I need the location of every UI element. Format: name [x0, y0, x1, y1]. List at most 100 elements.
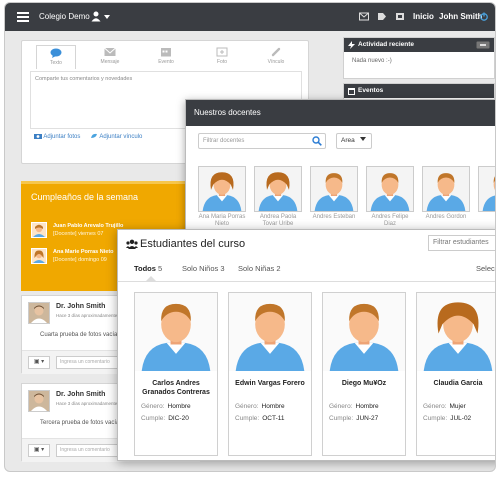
birthday-label: Cumple:	[423, 415, 448, 422]
student-avatar	[135, 293, 217, 371]
bolt-icon	[348, 41, 355, 49]
post-text: Cuarta prueba de fotos vacías	[40, 332, 121, 338]
top-navbar: Colegio Demo Inicio John Smith	[5, 3, 495, 31]
teacher-card[interactable]	[478, 166, 495, 214]
students-tabs: Todos 5 Solo Niños 3 Solo Niñas 2 Selec	[118, 258, 495, 282]
tab-girls-count: 2	[276, 264, 281, 273]
calendar-icon	[348, 88, 355, 95]
tab-link-label: Vínculo	[267, 59, 285, 65]
tags-icon[interactable]	[377, 12, 387, 21]
leaf-link-icon	[91, 133, 97, 138]
teacher-avatar	[422, 166, 470, 212]
teacher-avatar	[310, 166, 358, 212]
birthday-name[interactable]: Juan Pablo Arevalo Trujillo	[53, 223, 123, 229]
comment-type-select[interactable]: ▣ ▾	[28, 444, 50, 457]
camera-icon	[34, 134, 42, 139]
tab-message[interactable]: Mensaje	[90, 45, 130, 69]
home-link[interactable]: Inicio	[413, 3, 434, 31]
student-card[interactable]: Diego Mu¥Oz Género: Hombre Cumple: JUN-27	[322, 292, 406, 456]
student-card[interactable]: Edwin Vargas Forero Género: Hombre Cumple: O…	[228, 292, 312, 456]
student-birthday: Cumple: OCT-11	[235, 415, 285, 422]
select-action[interactable]: Selec	[476, 264, 495, 273]
menu-icon[interactable]	[17, 12, 29, 24]
tab-boys-label: Solo Niños	[182, 264, 219, 273]
app-title[interactable]: Colegio Demo	[39, 3, 90, 31]
tab-boys[interactable]: Solo Niños 3	[182, 264, 225, 273]
student-gender: Género: Hombre	[329, 403, 379, 410]
tab-text[interactable]: Texto	[36, 45, 76, 69]
post-author[interactable]: Dr. John Smith	[56, 391, 105, 398]
avatar	[28, 302, 50, 324]
birthday-label: Cumple:	[141, 415, 166, 422]
power-icon[interactable]	[479, 12, 489, 21]
gender-value: Hombre	[355, 403, 379, 410]
settings-icon[interactable]	[395, 12, 405, 21]
student-gender: Género: Hombre	[235, 403, 285, 410]
area-dropdown[interactable]: Area	[336, 133, 372, 149]
teacher-name: Andres Felipe Diaz	[371, 214, 409, 227]
birthday-label: Cumple:	[329, 415, 354, 422]
teacher-avatar	[254, 166, 302, 212]
post-text: Tercera prueba de fotos vacías	[40, 420, 123, 426]
student-gender: Género: Hombre	[141, 403, 191, 410]
teachers-title: Nuestros docentes	[186, 100, 495, 126]
teacher-card[interactable]: Andres Gordon	[422, 166, 470, 221]
tab-all-count: 5	[158, 264, 163, 273]
student-name[interactable]: Claudia Garcia	[419, 379, 495, 388]
student-birthday: Cumple: JUN-27	[329, 415, 378, 422]
tab-photo[interactable]: Foto	[202, 45, 242, 69]
post-time: Hace 3 días aproximadamente	[56, 401, 118, 406]
birthday-value: DIC-20	[168, 415, 189, 422]
post-author[interactable]: Dr. John Smith	[56, 303, 105, 310]
attach-photos-link[interactable]: Adjuntar fotos	[34, 133, 80, 140]
messages-icon[interactable]	[359, 12, 369, 21]
teacher-card[interactable]: Andres Felipe Diaz	[366, 166, 414, 228]
teacher-name: Andres Gordon	[425, 214, 467, 220]
student-name[interactable]: Carlos Andres Granados Contreras	[137, 379, 215, 397]
tab-event[interactable]: Evento	[146, 45, 186, 69]
user-menu[interactable]: John Smith	[439, 3, 483, 31]
envelope-icon	[104, 47, 116, 56]
active-tab-indicator	[146, 276, 156, 281]
gender-value: Hombre	[167, 403, 191, 410]
teacher-card[interactable]: Andres Esteban	[310, 166, 358, 221]
gender-label: Género:	[423, 403, 447, 410]
teacher-name: Andrea Paola Tovar Uribe	[259, 214, 297, 227]
teacher-card[interactable]: Andrea Paola Tovar Uribe	[254, 166, 302, 228]
collapse-icon[interactable]	[476, 41, 490, 49]
teacher-avatar	[478, 166, 495, 212]
gender-label: Género:	[141, 403, 165, 410]
gender-value: Hombre	[261, 403, 285, 410]
users-dropdown-icon[interactable]	[91, 11, 111, 22]
search-icon[interactable]	[312, 136, 322, 146]
student-birthday: Cumple: JUL-02	[423, 415, 471, 422]
birthday-name[interactable]: Ana Marie Porras Nieto	[53, 249, 114, 255]
birthdays-title: Cumpleaños de la semana	[31, 192, 139, 202]
attach-link-label: Adjuntar vínculo	[99, 134, 143, 140]
tab-all[interactable]: Todos 5	[134, 264, 162, 273]
tab-event-label: Evento	[158, 59, 174, 65]
post-time: Hace 3 días aproximadamente	[56, 313, 118, 318]
student-name[interactable]: Diego Mu¥Oz	[325, 379, 403, 388]
tab-all-label: Todos	[134, 264, 156, 273]
teacher-name: Andres Esteban	[312, 214, 356, 220]
attach-photos-label: Adjuntar fotos	[43, 134, 81, 140]
teacher-card[interactable]: Ana Maria Porras Nieto	[198, 166, 246, 228]
attach-link-link[interactable]: Adjuntar vínculo	[90, 133, 142, 140]
composer-tabs: Texto Mensaje Evento Foto Vínculo	[22, 41, 308, 69]
group-icon	[126, 239, 138, 249]
birthday-value: JUN-27	[356, 415, 379, 422]
comment-type-select[interactable]: ▣ ▾	[28, 356, 50, 369]
tab-girls[interactable]: Solo Niñas 2	[238, 264, 281, 273]
tab-link[interactable]: Vínculo	[256, 45, 296, 69]
tab-girls-label: Solo Niñas	[238, 264, 275, 273]
teachers-filter-input[interactable]: Filtrar docentes	[198, 133, 326, 149]
student-name[interactable]: Edwin Vargas Forero	[231, 379, 309, 388]
student-card[interactable]: Claudia Garcia Género: Mujer Cumple: JUL-02	[416, 292, 495, 456]
students-panel: Estudiantes del curso Filtrar estudiante…	[117, 229, 495, 461]
tab-message-label: Mensaje	[100, 59, 120, 65]
students-filter-input[interactable]: Filtrar estudiantes	[428, 235, 495, 251]
student-card[interactable]: Carlos Andres Granados Contreras Género: H…	[134, 292, 218, 456]
app-window: Colegio Demo Inicio John Smith Texto Men…	[4, 2, 496, 472]
tab-boys-count: 3	[220, 264, 225, 273]
